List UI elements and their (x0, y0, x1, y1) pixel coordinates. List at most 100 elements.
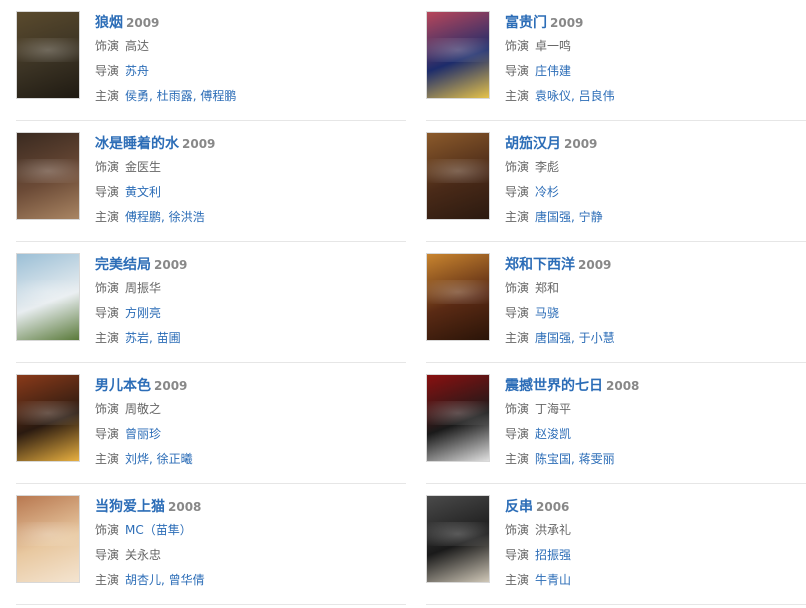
director-link[interactable]: 招振强 (535, 548, 571, 562)
cast-label: 主演 (95, 573, 120, 587)
cast-member-link[interactable]: 傅程鹏 (200, 89, 236, 103)
cast-member-link[interactable]: 袁咏仪 (535, 89, 571, 103)
cast-member-link[interactable]: 吕良伟 (579, 89, 615, 103)
title-line: 冰是睡着的水 2009 (95, 134, 215, 154)
drama-title-link[interactable]: 郑和下西洋 (505, 257, 575, 273)
cast-member-link[interactable]: 刘烨 (125, 452, 149, 466)
director-label: 导演 (505, 64, 530, 78)
director-link[interactable]: 赵浚凯 (535, 427, 571, 441)
director-link[interactable]: 庄伟建 (535, 64, 571, 78)
cast-member-link[interactable]: 唐国强 (535, 331, 571, 345)
cast-member-link[interactable]: 杜雨露 (157, 89, 193, 103)
drama-poster[interactable] (426, 253, 490, 341)
cast-separator: , (149, 89, 157, 103)
drama-poster[interactable] (16, 11, 80, 99)
drama-poster[interactable] (16, 495, 80, 583)
drama-poster[interactable] (16, 132, 80, 220)
director-label: 导演 (505, 427, 530, 441)
cast-label: 主演 (95, 210, 120, 224)
drama-title-link[interactable]: 富贵门 (505, 15, 547, 31)
cast-member-link[interactable]: 唐国强 (535, 210, 571, 224)
cast-member-link[interactable]: 徐正曦 (157, 452, 193, 466)
drama-title-link[interactable]: 当狗爱上猫 (95, 499, 165, 515)
drama-poster[interactable] (426, 11, 490, 99)
role-label: 饰演 (505, 39, 530, 53)
director-row: 导演 马骁 (505, 302, 615, 325)
poster-highlight (17, 521, 79, 546)
cast-label: 主演 (505, 573, 530, 587)
cast-member-link[interactable]: 曾华倩 (169, 573, 205, 587)
director-row: 导演 赵浚凯 (505, 423, 639, 446)
cast-label: 主演 (95, 452, 120, 466)
title-line: 震撼世界的七日 2008 (505, 376, 639, 396)
cast-separator: , (571, 452, 579, 466)
director-row: 导演 曾丽珍 (95, 423, 193, 446)
drama-poster[interactable] (426, 132, 490, 220)
drama-poster[interactable] (426, 374, 490, 462)
drama-year: 2009 (154, 258, 188, 272)
drama-year: 2009 (550, 16, 584, 30)
role-value: 李彪 (535, 160, 560, 174)
cast-row: 主演 陈宝国, 蒋雯丽 (505, 448, 639, 471)
director-label: 导演 (95, 427, 120, 441)
cast-label: 主演 (505, 331, 530, 345)
title-line: 当狗爱上猫 2008 (95, 497, 205, 517)
role-label: 饰演 (505, 523, 530, 537)
director-link[interactable]: 苏舟 (125, 64, 149, 78)
role-row: 饰演 丁海平 (505, 398, 639, 421)
cast-member-link[interactable]: 于小慧 (579, 331, 615, 345)
title-line: 胡笳汉月 2009 (505, 134, 603, 154)
role-row: 饰演 金医生 (95, 156, 215, 179)
drama-year: 2009 (578, 258, 612, 272)
cast-label: 主演 (95, 89, 120, 103)
director-link[interactable]: 方刚亮 (125, 306, 161, 320)
drama-year: 2009 (564, 137, 598, 151)
drama-title-link[interactable]: 反串 (505, 499, 533, 515)
director-row: 导演 方刚亮 (95, 302, 187, 325)
role-value: 高达 (125, 39, 150, 53)
drama-poster[interactable] (426, 495, 490, 583)
drama-title-link[interactable]: 震撼世界的七日 (505, 378, 603, 394)
cast-member-link[interactable]: 苗圃 (157, 331, 181, 345)
cast-member-link[interactable]: 苏岩 (125, 331, 149, 345)
role-row: 饰演 李彪 (505, 156, 603, 179)
director-row: 导演 冷杉 (505, 181, 603, 204)
cast-member-link[interactable]: 宁静 (579, 210, 603, 224)
role-row: 饰演 周振华 (95, 277, 187, 300)
director-link[interactable]: 马骁 (535, 306, 559, 320)
role-label: 饰演 (95, 402, 120, 416)
cast-separator: , (149, 331, 157, 345)
drama-title-link[interactable]: 完美结局 (95, 257, 151, 273)
drama-title-link[interactable]: 狼烟 (95, 15, 123, 31)
cast-member-link[interactable]: 蒋雯丽 (579, 452, 615, 466)
cast-member-link[interactable]: 牛青山 (535, 573, 571, 587)
cast-member-link[interactable]: 傅程鹏 (125, 210, 161, 224)
cast-member-link[interactable]: 胡杏儿 (125, 573, 161, 587)
cast-member-link[interactable]: 陈宝国 (535, 452, 571, 466)
director-link[interactable]: 冷杉 (535, 185, 559, 199)
director-link[interactable]: 曾丽珍 (125, 427, 161, 441)
drama-item: 男儿本色 2009 饰演 周敬之 导演 曾丽珍 主演 刘烨, 徐正曦 (16, 363, 406, 484)
drama-title-link[interactable]: 男儿本色 (95, 378, 151, 394)
director-label: 导演 (95, 64, 120, 78)
cast-row: 主演 唐国强, 于小慧 (505, 327, 615, 350)
poster-highlight (17, 279, 79, 304)
cast-label: 主演 (95, 331, 120, 345)
cast-label: 主演 (505, 452, 530, 466)
drama-info: 反串 2006 饰演 洪承礼 导演 招振强 主演 牛青山 (505, 497, 571, 592)
title-line: 反串 2006 (505, 497, 571, 517)
role-value[interactable]: MC（苗隼） (125, 523, 192, 537)
drama-year: 2008 (606, 379, 640, 393)
drama-list: 狼烟 2009 饰演 高达 导演 苏舟 主演 侯勇, 杜雨露, 傅程鹏 富贵门 2009 饰演 卓一鸣… (0, 0, 806, 608)
drama-title-link[interactable]: 胡笳汉月 (505, 136, 561, 152)
role-label: 饰演 (95, 281, 120, 295)
drama-info: 当狗爱上猫 2008 饰演 MC（苗隼） 导演 关永忠 主演 胡杏儿, 曾华倩 (95, 497, 205, 592)
role-value: 卓一鸣 (535, 39, 572, 53)
director-link[interactable]: 黄文利 (125, 185, 161, 199)
cast-member-link[interactable]: 侯勇 (125, 89, 149, 103)
drama-poster[interactable] (16, 253, 80, 341)
drama-title-link[interactable]: 冰是睡着的水 (95, 136, 179, 152)
cast-member-link[interactable]: 徐洪浩 (169, 210, 205, 224)
poster-highlight (17, 158, 79, 183)
drama-poster[interactable] (16, 374, 80, 462)
